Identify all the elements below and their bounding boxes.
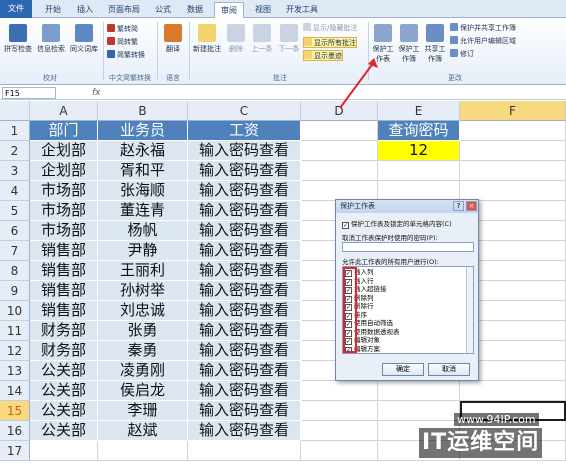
watermark-url: www.94IP.com: [454, 413, 539, 426]
checkbox-icon: ✓: [342, 222, 349, 229]
help-button[interactable]: ?: [453, 201, 464, 211]
protect-sheet-dialog: 保护工作表 ? × ✓ 保护工作表及锁定的单元格内容(C) 取消工作表保护时使用的…: [335, 199, 479, 381]
ok-button[interactable]: 确定: [382, 363, 424, 376]
watermark-logo: IT运维空间: [419, 428, 543, 458]
permissions-scrollbar[interactable]: [466, 267, 473, 353]
annotation-highlight-box: [343, 267, 357, 353]
cancel-button[interactable]: 取消: [428, 363, 470, 376]
allow-label: 允许此工作表的所有用户进行(O):: [342, 258, 439, 266]
protect-checkbox[interactable]: ✓ 保护工作表及锁定的单元格内容(C): [342, 218, 452, 229]
annotation-arrow: [339, 58, 378, 109]
password-label: 取消工作表保护时使用的密码(P):: [342, 234, 438, 242]
close-button[interactable]: ×: [466, 201, 477, 211]
permissions-list: ✓ 插入列 ✓ 插入行 ✓ 插入超链接 ✓ 删除列 ✓ 删除行 ✓ 排序 ✓ 使用自动筛选 ✓ 使用数据透视表…: [342, 266, 474, 354]
password-input[interactable]: [342, 242, 474, 252]
